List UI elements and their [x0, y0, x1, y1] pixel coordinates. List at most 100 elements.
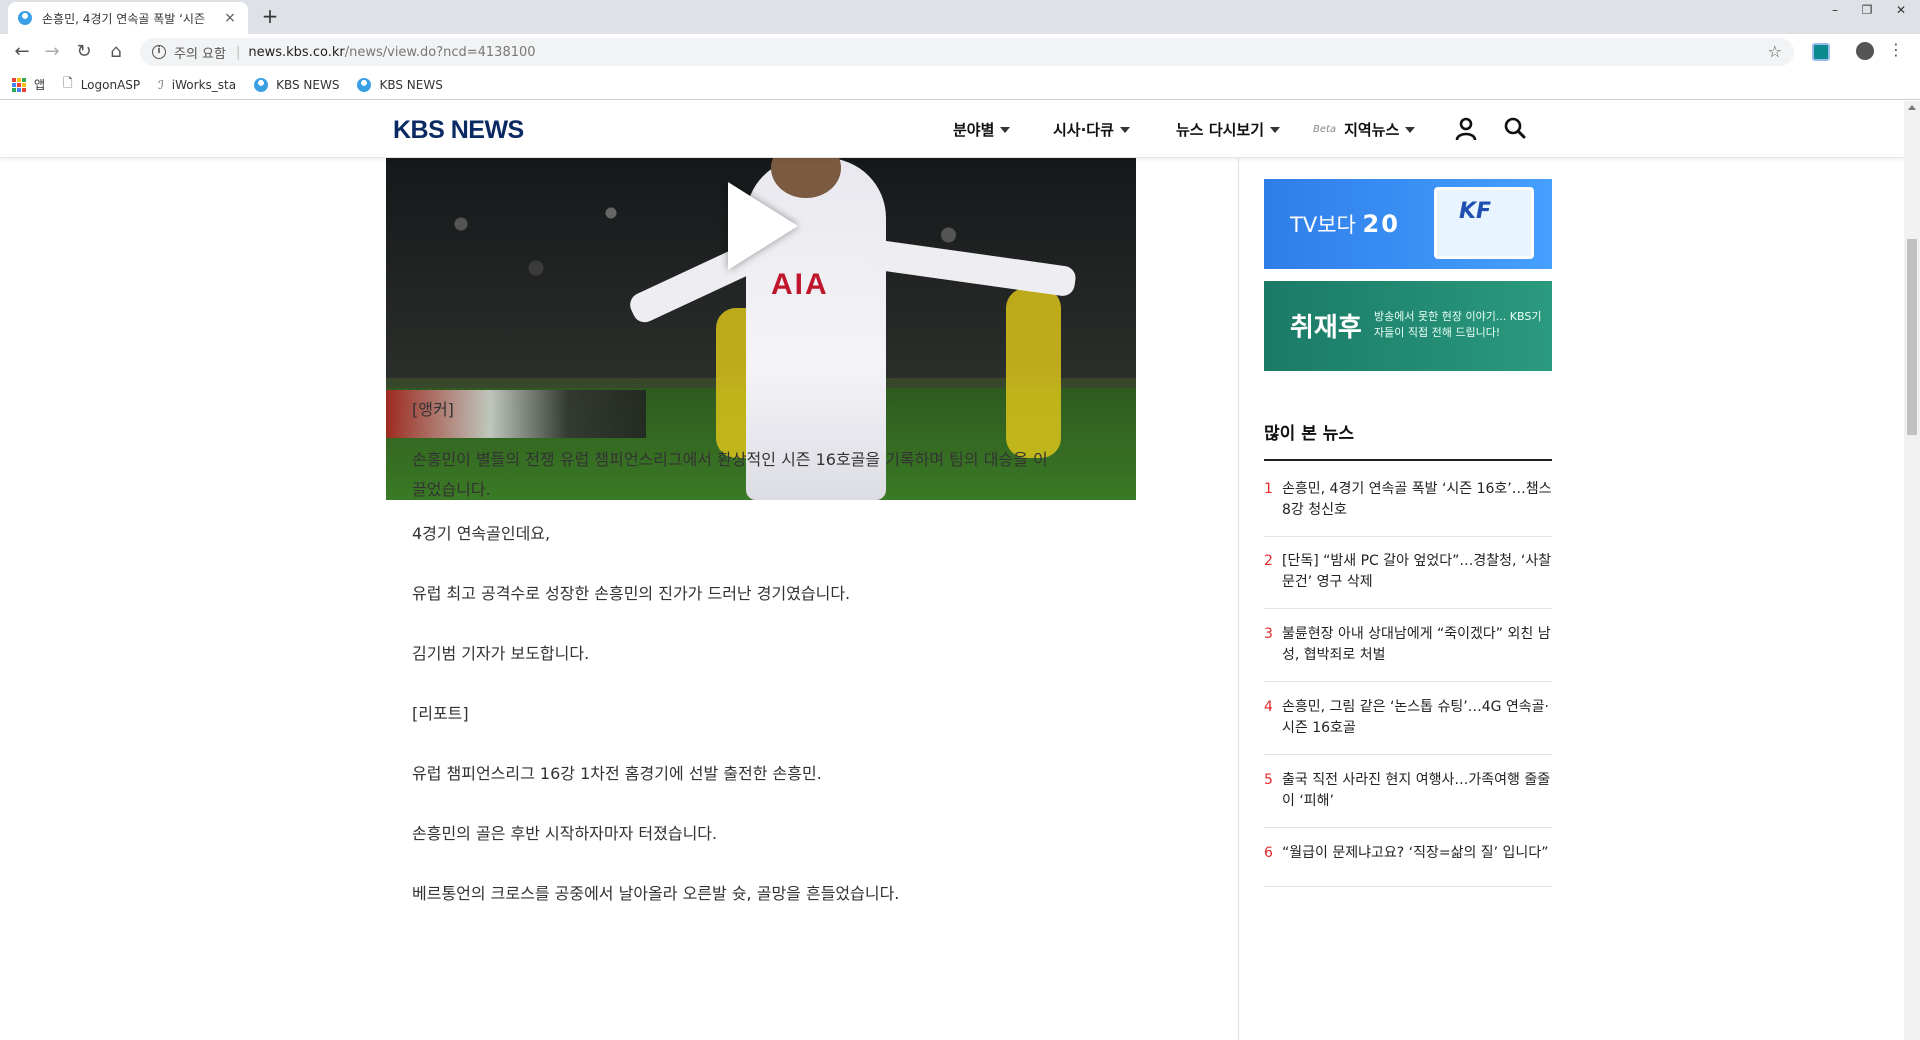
forward-button[interactable]: → [40, 40, 64, 64]
behind-story-banner[interactable]: 취재후 방송에서 못한 현장 이야기... KBS기자들이 직접 전해 드립니다… [1264, 281, 1552, 371]
popular-news-link[interactable]: 출국 직전 사라진 현지 여행사…가족여행 줄줄이 ‘피해’ [1282, 770, 1552, 827]
url-path[interactable]: /news/view.do?ncd=4138100 [345, 45, 536, 60]
banner-text: TV보다 20 [1290, 210, 1400, 238]
popular-news-link[interactable]: 손흥민, 4경기 연속골 폭발 ‘시즌 16호’…챔스 8강 청신호 [1282, 479, 1552, 536]
nav-label: 시사·다큐 [1053, 121, 1114, 139]
popular-news-item[interactable]: 1 손흥민, 4경기 연속골 폭발 ‘시즌 16호’…챔스 8강 청신호 [1264, 475, 1552, 537]
rank-number: 6 [1264, 845, 1273, 861]
nav-item-category[interactable]: 분야별 [953, 119, 1011, 140]
new-tab-button[interactable]: + [258, 4, 282, 28]
article-paragraph: 손흥민의 골은 후반 시작하자마자 터졌습니다. [412, 824, 718, 843]
popular-news-item[interactable]: 2 [단독] “밤새 PC 갈아 엎었다”…경찰청, ‘사찰 문건’ 영구 삭제 [1264, 547, 1552, 609]
nav-item-replay[interactable]: 뉴스 다시보기 [1176, 119, 1281, 140]
banner-subtitle: 방송에서 못한 현장 이야기... KBS기자들이 직접 전해 드립니다! [1374, 310, 1542, 339]
rank-number: 1 [1264, 481, 1273, 497]
page-icon: 🗋 [63, 76, 73, 90]
article-paragraph: 김기범 기자가 보도합니다. [412, 644, 590, 663]
scrollbar-thumb[interactable] [1907, 239, 1917, 435]
rank-number: 5 [1264, 772, 1273, 788]
nav-label: 뉴스 다시보기 [1176, 121, 1265, 139]
apps-icon [12, 77, 26, 92]
popular-news-item[interactable]: 6 “월급이 문제냐고요? ‘직장=삶의 질’ 입니다” [1264, 839, 1552, 887]
nav-item-current-affairs[interactable]: 시사·다큐 [1053, 119, 1130, 140]
browser-menu-icon[interactable]: ⋮ [1888, 40, 1904, 59]
kbs-icon [357, 77, 372, 92]
jersey-sponsor: AIA [771, 268, 829, 301]
info-icon[interactable]: i [152, 45, 166, 59]
caret-down-icon [1119, 126, 1130, 133]
restore-button[interactable]: ❐ [1852, 0, 1882, 20]
close-window-button[interactable]: ✕ [1886, 0, 1916, 20]
iworks-icon: ℐ [158, 77, 164, 92]
separator: | [235, 44, 241, 60]
minimize-button[interactable]: – [1820, 0, 1850, 20]
page-viewport: KBS NEWS 분야별 시사·다큐 뉴스 다시보기 Beta 지역뉴스 AIA… [0, 101, 1904, 1040]
tab-close-icon[interactable]: × [222, 10, 238, 26]
tv-banner[interactable]: TV보다 20 KF [1264, 179, 1552, 269]
column-divider [1238, 158, 1239, 1040]
bookmark-label: KBS NEWS [276, 77, 340, 92]
nav-label: 지역뉴스 [1344, 121, 1400, 139]
reload-button[interactable]: ↻ [72, 40, 96, 64]
article-paragraph: [앵커] [412, 400, 454, 419]
bookmark-star-icon[interactable]: ☆ [1768, 42, 1782, 61]
search-icon[interactable] [1504, 117, 1526, 139]
popular-news-title: 많이 본 뉴스 [1264, 424, 1355, 444]
kbs-icon [254, 77, 269, 92]
article-paragraph: [리포트] [412, 704, 469, 723]
caret-down-icon [1000, 126, 1011, 133]
beta-badge: Beta [1313, 124, 1337, 135]
user-icon[interactable] [1455, 117, 1477, 141]
article-paragraph: 유럽 최고 공격수로 성장한 손흥민의 진가가 드러난 경기였습니다. [412, 584, 851, 603]
security-label[interactable]: 주의 요함 [174, 43, 226, 62]
banner-logo-text: KF [1459, 199, 1492, 224]
popular-news-item[interactable]: 5 출국 직전 사라진 현지 여행사…가족여행 줄줄이 ‘피해’ [1264, 766, 1552, 828]
article-paragraph: 4경기 연속골인데요, [412, 524, 551, 543]
bookmark-apps[interactable]: 앱 [12, 76, 45, 93]
caret-down-icon [1405, 126, 1416, 133]
popular-news-link[interactable]: 불륜현장 아내 상대남에게 “죽이겠다” 외친 남성, 협박죄로 처벌 [1282, 624, 1552, 681]
popular-news-link[interactable]: 손흥민, 그림 같은 ‘논스톱 슈팅’…4G 연속골·시즌 16호골 [1282, 697, 1552, 754]
tab-title: 손흥민, 4경기 연속골 폭발 ‘시즌 [42, 11, 206, 26]
tab-strip: 손흥민, 4경기 연속골 폭발 ‘시즌 × + – ❐ ✕ [0, 0, 1920, 34]
popular-news-link[interactable]: “월급이 문제냐고요? ‘직장=삶의 질’ 입니다” [1282, 843, 1552, 886]
play-icon[interactable] [728, 182, 798, 270]
banner-title: 취재후 [1290, 313, 1362, 343]
bookmark-iworks[interactable]: ℐ iWorks_sta [158, 78, 236, 92]
nav-item-regional[interactable]: Beta 지역뉴스 [1313, 119, 1416, 140]
article-paragraph: 베르통언의 크로스를 공중에서 날아올라 오른발 슛, 골망을 흔들었습니다. [412, 884, 900, 903]
bookmark-logonasp[interactable]: 🗋 LogonASP [63, 74, 140, 95]
bookmark-label: KBS NEWS [379, 77, 443, 92]
video-frame-opponent [1006, 288, 1061, 458]
kbs-favicon-icon [18, 11, 32, 25]
caret-down-icon [1270, 126, 1281, 133]
page-scrollbar[interactable] [1904, 101, 1920, 1040]
url-host[interactable]: news.kbs.co.kr [248, 45, 344, 60]
scroll-up-icon[interactable] [1908, 105, 1916, 110]
nav-label: 분야별 [953, 121, 995, 139]
site-header: KBS NEWS 분야별 시사·다큐 뉴스 다시보기 Beta 지역뉴스 [0, 101, 1904, 158]
popular-news-rule [1264, 459, 1552, 461]
article-paragraph: 유럽 챔피언스리그 16강 1차전 홈경기에 선발 출전한 손흥민. [412, 764, 822, 783]
browser-tab-active[interactable]: 손흥민, 4경기 연속골 폭발 ‘시즌 × [8, 2, 248, 34]
profile-icon[interactable] [1856, 42, 1874, 60]
bookmarks-bar: 앱 🗋 LogonASP ℐ iWorks_sta KBS NEWS KBS N… [0, 70, 1920, 100]
bookmark-label: 앱 [34, 78, 46, 92]
browser-toolbar: ← → ↻ ⌂ i 주의 요함 | news.kbs.co.kr /news/v… [0, 34, 1920, 70]
article-paragraph: 손흥민이 별들의 전쟁 유럽 챔피언스리그에서 환상적인 시즌 16호골을 기록… [412, 450, 1048, 499]
home-button[interactable]: ⌂ [104, 40, 128, 64]
address-bar[interactable]: i 주의 요함 | news.kbs.co.kr /news/view.do?n… [140, 38, 1794, 66]
extension-icon[interactable] [1812, 43, 1830, 61]
bookmark-kbs-news-1[interactable]: KBS NEWS [254, 77, 340, 92]
rank-number: 2 [1264, 553, 1273, 569]
bookmark-kbs-news-2[interactable]: KBS NEWS [357, 77, 443, 92]
rank-number: 4 [1264, 699, 1273, 715]
bookmark-label: iWorks_sta [171, 77, 237, 92]
kbs-news-logo[interactable]: KBS NEWS [393, 116, 524, 145]
bookmark-label: LogonASP [80, 77, 141, 92]
popular-news-link[interactable]: [단독] “밤새 PC 갈아 엎었다”…경찰청, ‘사찰 문건’ 영구 삭제 [1282, 551, 1552, 608]
popular-news-item[interactable]: 3 불륜현장 아내 상대남에게 “죽이겠다” 외친 남성, 협박죄로 처벌 [1264, 620, 1552, 682]
popular-news-item[interactable]: 4 손흥민, 그림 같은 ‘논스톱 슈팅’…4G 연속골·시즌 16호골 [1264, 693, 1552, 755]
rank-number: 3 [1264, 626, 1273, 642]
back-button[interactable]: ← [10, 40, 34, 64]
